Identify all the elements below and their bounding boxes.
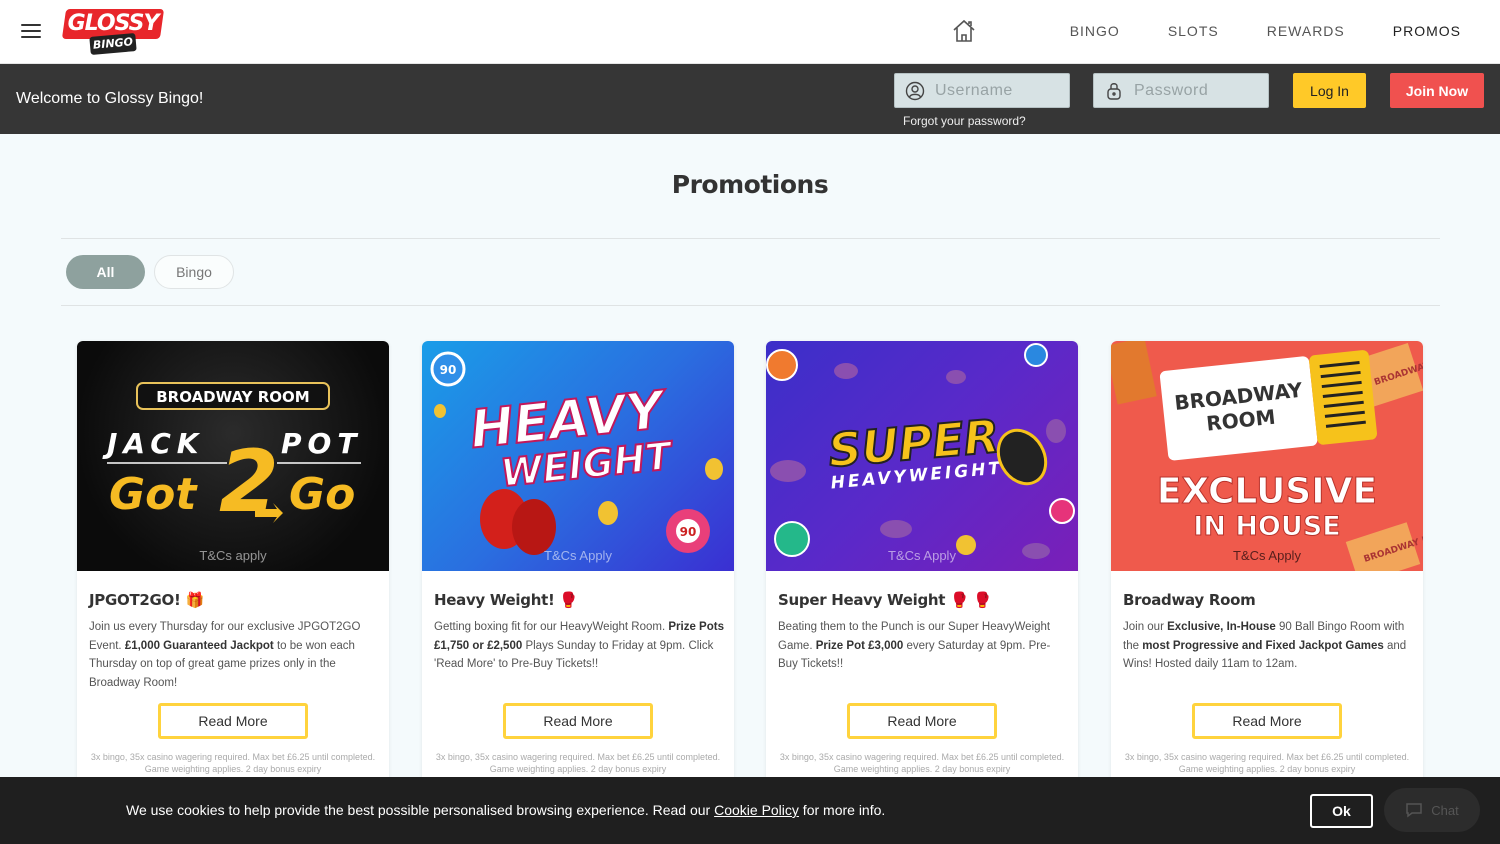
- logo-subtext: BINGO: [92, 35, 134, 52]
- filter-all[interactable]: All: [66, 255, 145, 289]
- card-title: Broadway Room: [1123, 591, 1256, 609]
- cookie-message: We use cookies to help provide the best …: [126, 802, 886, 818]
- divider: [61, 305, 1440, 306]
- card-description: Join us every Thursday for our exclusive…: [89, 621, 361, 689]
- lock-icon: [1107, 82, 1121, 100]
- card-title: Heavy Weight! 🥊: [434, 591, 578, 609]
- promo-banner[interactable]: BROADWAY ROOM JACK POT Got 2 Go T&Cs app…: [77, 341, 389, 571]
- join-now-button[interactable]: Join Now: [1390, 73, 1484, 108]
- nav-slots[interactable]: SLOTS: [1168, 23, 1219, 39]
- banner-tcs: T&Cs apply: [199, 548, 267, 563]
- jackpot-banner-graphic: BROADWAY ROOM JACK POT Got 2 Go: [102, 382, 362, 532]
- welcome-text: Welcome to Glossy Bingo!: [16, 90, 204, 107]
- login-button[interactable]: Log In: [1293, 73, 1366, 108]
- banner-word: Got: [109, 469, 198, 520]
- boxing-glove-icon: 🥊: [559, 591, 578, 609]
- username-field-wrapper: [894, 73, 1070, 108]
- nav-rewards[interactable]: REWARDS: [1267, 23, 1345, 39]
- password-input[interactable]: [1134, 81, 1264, 100]
- card-title: JPGOT2GO! 🎁: [89, 591, 204, 609]
- read-more-button[interactable]: Read More: [847, 703, 997, 739]
- card-description: Join our Exclusive, In-House 90 Ball Bin…: [1123, 621, 1407, 670]
- banner-word: JACK: [102, 427, 204, 460]
- banner-word: Go: [289, 469, 355, 520]
- read-more-button[interactable]: Read More: [158, 703, 308, 739]
- gift-icon: 🎁: [185, 591, 204, 609]
- cookie-banner: We use cookies to help provide the best …: [0, 777, 1500, 844]
- banner-word: POT: [281, 427, 362, 460]
- boxing-glove-icon: 🥊 🥊: [950, 591, 992, 609]
- broadway-banner-graphic: BROADWAY ROOM BROADWAY ROOM BROADWAY ROO…: [1111, 341, 1423, 571]
- logo[interactable]: GLOSSY BINGO: [61, 9, 165, 55]
- main-nav: BINGO SLOTS REWARDS PROMOS: [951, 0, 1461, 62]
- bingo-ball: 90: [440, 363, 457, 377]
- promo-card-jpgot2go: BROADWAY ROOM JACK POT Got 2 Go T&Cs app…: [77, 341, 389, 801]
- card-terms: 3x bingo, 35x casino wagering required. …: [1124, 752, 1410, 774]
- card-terms: 3x bingo, 35x casino wagering required. …: [779, 752, 1065, 774]
- promo-card-broadway-room: BROADWAY ROOM BROADWAY ROOM BROADWAY ROO…: [1111, 341, 1423, 801]
- divider: [61, 238, 1440, 239]
- banner-tcs: T&Cs Apply: [1233, 548, 1301, 563]
- filter-bingo[interactable]: Bingo: [154, 255, 234, 289]
- bingo-ball: 90: [680, 525, 697, 539]
- banner-subtitle: BROADWAY ROOM: [156, 388, 310, 406]
- super-heavyweight-banner-graphic: SUPER HEAVYWEIGHT: [766, 343, 1075, 559]
- heavyweight-banner-graphic: 90 90 HEAVY WEIGHT: [430, 351, 723, 555]
- password-field-wrapper: [1093, 73, 1269, 108]
- read-more-button[interactable]: Read More: [1192, 703, 1342, 739]
- menu-icon[interactable]: [21, 24, 41, 40]
- card-description: Beating them to the Punch is our Super H…: [778, 621, 1051, 670]
- promo-card-heavy-weight: 90 90 HEAVY WEIGHT T&Cs Apply Heavy Weig…: [422, 341, 734, 801]
- card-title: Super Heavy Weight 🥊 🥊: [778, 591, 992, 609]
- home-icon[interactable]: [951, 18, 977, 44]
- top-nav: GLOSSY BINGO BINGO SLOTS REWARDS PROMOS: [0, 0, 1500, 64]
- nav-bingo[interactable]: BINGO: [1070, 23, 1120, 39]
- cookie-ok-button[interactable]: Ok: [1310, 794, 1373, 828]
- banner-tcs: T&Cs Apply: [544, 548, 612, 563]
- filter-bar: All Bingo: [66, 255, 234, 289]
- promo-banner[interactable]: SUPER HEAVYWEIGHT T&Cs Apply: [766, 341, 1078, 571]
- promo-card-super-heavy-weight: SUPER HEAVYWEIGHT T&Cs Apply Super Heavy…: [766, 341, 1078, 801]
- card-description: Getting boxing fit for our HeavyWeight R…: [434, 621, 724, 670]
- chat-label: Chat: [1431, 802, 1459, 818]
- promo-banner[interactable]: BROADWAY ROOM BROADWAY ROOM BROADWAY ROO…: [1111, 341, 1423, 571]
- card-terms: 3x bingo, 35x casino wagering required. …: [90, 752, 376, 774]
- login-bar: Welcome to Glossy Bingo! Forgot your pas…: [0, 64, 1500, 134]
- user-icon: [905, 81, 925, 100]
- banner-word: IN HOUSE: [1193, 511, 1340, 542]
- banner-tcs: T&Cs Apply: [888, 548, 956, 563]
- banner-word: EXCLUSIVE: [1157, 471, 1377, 512]
- cookie-policy-link[interactable]: Cookie Policy: [714, 802, 799, 818]
- username-input[interactable]: [935, 81, 1065, 100]
- promo-banner[interactable]: 90 90 HEAVY WEIGHT T&Cs Apply: [422, 341, 734, 571]
- page-title: Promotions: [671, 170, 829, 199]
- read-more-button[interactable]: Read More: [503, 703, 653, 739]
- nav-promos[interactable]: PROMOS: [1393, 23, 1461, 39]
- forgot-password-link[interactable]: Forgot your password?: [903, 114, 1026, 128]
- chat-button[interactable]: Chat: [1384, 788, 1480, 832]
- chat-icon: [1406, 803, 1423, 818]
- card-terms: 3x bingo, 35x casino wagering required. …: [435, 752, 721, 774]
